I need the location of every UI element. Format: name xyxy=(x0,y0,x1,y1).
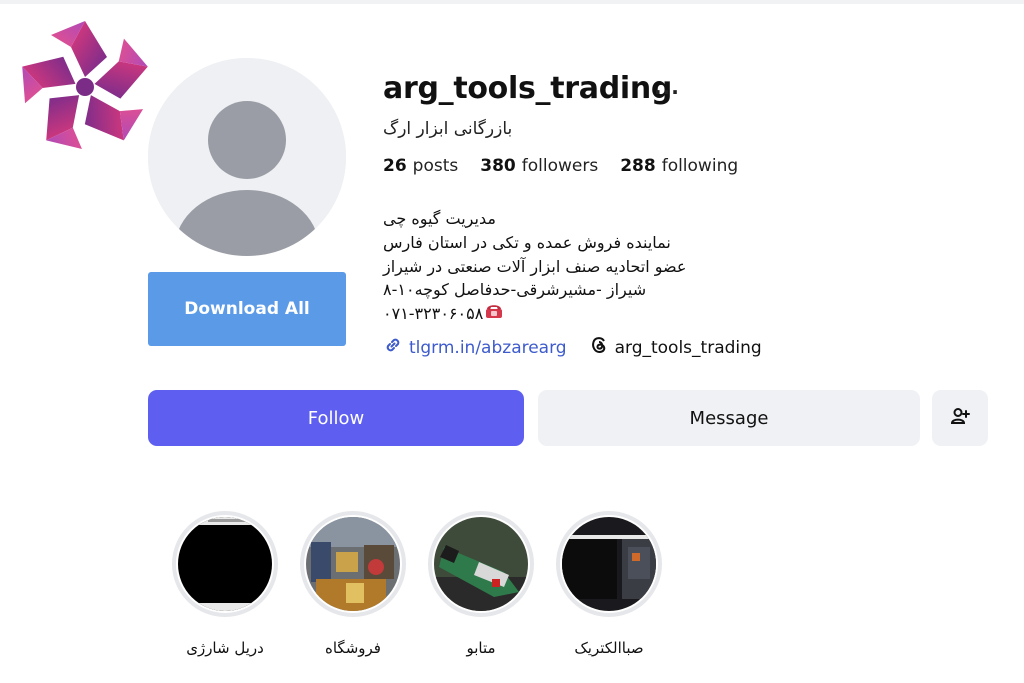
bio-line: مدیریت گیوه چی xyxy=(383,209,496,228)
highlight-thumbnail xyxy=(306,517,400,611)
highlight-label: صباالکتریک xyxy=(574,639,644,657)
add-user-icon xyxy=(949,405,971,431)
bio-line: عضو اتحادیه صنف ابزار آلات صنعتی در شیرا… xyxy=(383,256,687,276)
highlight-ring[interactable] xyxy=(172,511,278,617)
highlight-ring[interactable] xyxy=(300,511,406,617)
follow-button[interactable]: Follow xyxy=(148,390,524,446)
following-stat[interactable]: 288 following xyxy=(620,156,738,176)
bio-phone-line: ۰۷۱-۳۲۳۰۶۰۵۸ xyxy=(383,302,823,326)
top-divider xyxy=(0,0,1024,4)
telephone-icon xyxy=(485,302,503,326)
bio-line: ۰۷۱-۳۲۳۰۶۰۵۸ xyxy=(383,304,484,324)
external-link-text[interactable]: tlgrm.in/abzarearg xyxy=(409,338,567,358)
more-options-icon[interactable]: ··· xyxy=(654,80,680,104)
profile-links: tlgrm.in/abzarearg arg_tools_trading xyxy=(383,335,762,360)
external-link[interactable]: tlgrm.in/abzarearg xyxy=(383,335,567,360)
highlight-label: دریل شارژی xyxy=(186,639,264,657)
threads-link[interactable]: arg_tools_trading xyxy=(589,335,762,360)
add-user-button[interactable] xyxy=(932,390,988,446)
threads-icon xyxy=(589,335,609,360)
profile-stats: 26 posts 380 followers 288 following xyxy=(383,156,738,176)
bio-line: شیراز -مشیرشرقی-حدفاصل کوچه۱۰-۸ xyxy=(383,280,647,300)
profile-username: arg_tools_trading xyxy=(383,71,673,106)
highlight-thumbnail xyxy=(178,517,272,611)
highlight-thumbnail xyxy=(562,517,656,611)
highlight-ring[interactable] xyxy=(556,511,662,617)
highlight-label: فروشگاه xyxy=(325,639,381,657)
link-icon xyxy=(383,335,403,360)
threads-link-text[interactable]: arg_tools_trading xyxy=(615,338,762,358)
download-all-button[interactable]: Download All xyxy=(148,272,346,346)
highlight-label: متابو xyxy=(466,639,496,657)
highlight-thumbnail xyxy=(434,517,528,611)
highlight-item[interactable]: دریل شارژی xyxy=(168,511,282,657)
posts-stat: 26 posts xyxy=(383,156,459,176)
highlight-item[interactable]: فروشگاه xyxy=(296,511,410,657)
brand-logo xyxy=(12,16,158,158)
highlight-item[interactable]: متابو xyxy=(424,511,538,657)
highlight-ring[interactable] xyxy=(428,511,534,617)
profile-avatar[interactable] xyxy=(148,58,346,256)
profile-bio: مدیریت گیوه چی نماینده فروش عمده و تکی د… xyxy=(383,207,823,326)
message-button[interactable]: Message xyxy=(538,390,920,446)
highlight-item[interactable]: صباالکتریک xyxy=(552,511,666,657)
profile-full-name: بازرگانی ابزار ارگ xyxy=(383,119,513,139)
followers-stat[interactable]: 380 followers xyxy=(480,156,598,176)
bio-line: نماینده فروش عمده و تکی در استان فارس xyxy=(383,232,671,252)
